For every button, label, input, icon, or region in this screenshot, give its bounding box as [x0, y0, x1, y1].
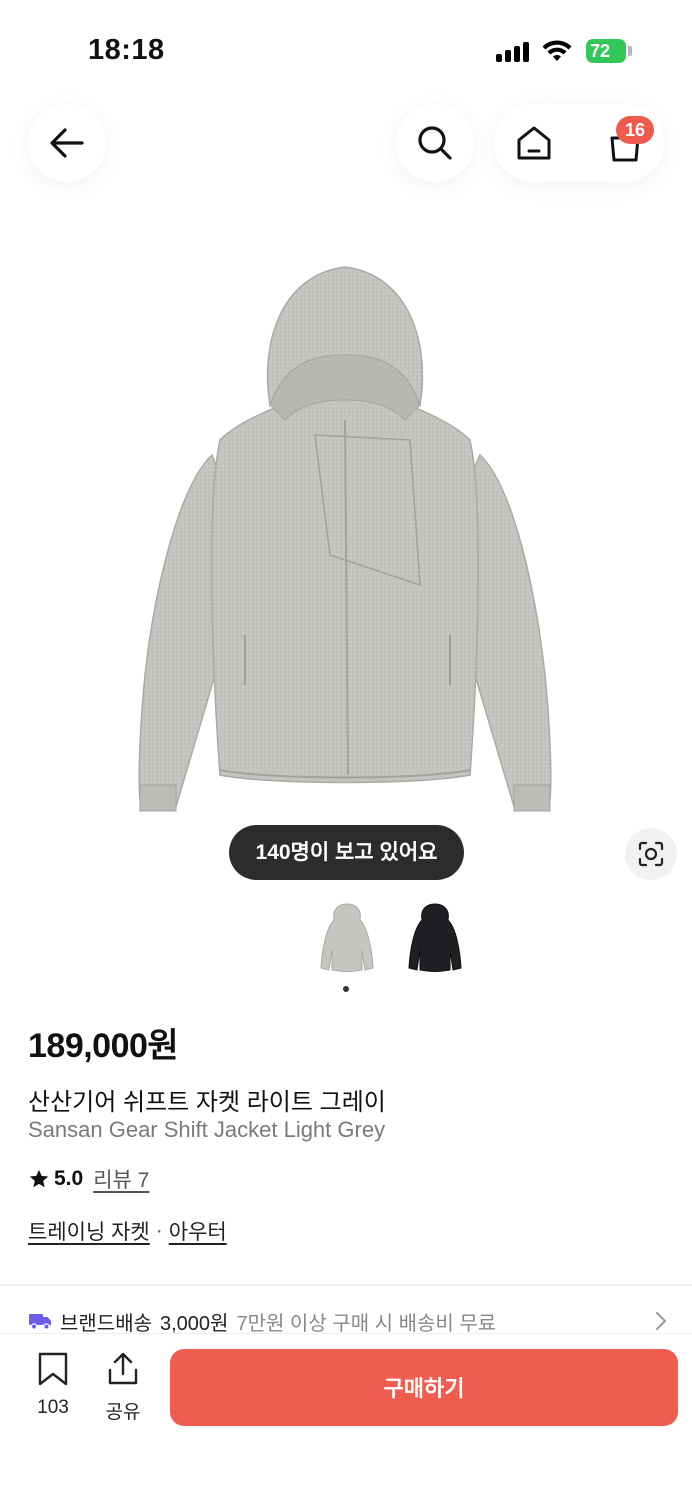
search-button[interactable] — [396, 104, 474, 182]
rating-score: 5.0 — [54, 1167, 84, 1190]
share-label: 공유 — [105, 1402, 141, 1423]
product-image[interactable] — [120, 255, 570, 835]
star-icon — [29, 1169, 49, 1188]
product-name-english: Sansan Gear Shift Jacket Light Grey — [28, 1117, 386, 1142]
wifi-icon — [542, 40, 572, 61]
thumbnail-black[interactable] — [404, 900, 464, 976]
thumbnail-grey[interactable] — [316, 900, 376, 976]
share-button[interactable]: 공유 — [93, 1352, 153, 1424]
image-search-button[interactable] — [625, 828, 677, 880]
status-bar: 18:18 72 — [0, 0, 692, 100]
battery-level: 72 — [590, 41, 611, 61]
cart-count-badge: 16 — [616, 116, 654, 144]
category-separator: · — [155, 1219, 163, 1242]
product-price: 189,000원 — [28, 1027, 179, 1065]
review-link[interactable]: 리뷰 7 — [93, 1164, 149, 1194]
shipping-label: 브랜드배송 — [60, 1312, 152, 1335]
category-link-outer[interactable]: 아우터 — [169, 1216, 227, 1246]
truck-icon — [29, 1314, 51, 1330]
section-divider — [0, 1284, 692, 1286]
home-icon[interactable] — [515, 124, 553, 162]
back-button[interactable] — [28, 104, 106, 182]
save-count: 103 — [37, 1397, 69, 1418]
save-button[interactable]: 103 — [23, 1352, 83, 1419]
gallery-page-indicator — [343, 986, 349, 992]
battery-indicator: 72 — [586, 39, 626, 63]
category-breadcrumb: 트레이닝 자켓 · 아우터 — [28, 1216, 227, 1246]
category-link-training-jacket[interactable]: 트레이닝 자켓 — [28, 1216, 150, 1246]
shipping-fee: 3,000원 — [160, 1312, 229, 1335]
buy-button[interactable]: 구매하기 — [170, 1349, 678, 1426]
battery-tip — [628, 46, 632, 56]
status-time: 18:18 — [88, 34, 165, 66]
shipping-info-row[interactable]: 브랜드배송 3,000원 7만원 이상 구매 시 배송비 무료 — [28, 1306, 668, 1336]
rating-row: 5.0 리뷰 7 — [28, 1164, 149, 1194]
share-icon — [108, 1352, 138, 1385]
shipping-note: 7만원 이상 구매 시 배송비 무료 — [236, 1312, 497, 1335]
lens-icon — [638, 841, 664, 867]
product-name-korean: 산산기어 쉬프트 자켓 라이트 그레이 — [28, 1089, 386, 1116]
cellular-signal-icon — [496, 42, 532, 62]
viewers-count-chip: 140명이 보고 있어요 — [229, 825, 464, 880]
chevron-right-icon — [656, 1312, 666, 1330]
bookmark-icon — [38, 1352, 68, 1386]
back-arrow-icon — [50, 128, 84, 158]
search-icon — [418, 126, 452, 160]
